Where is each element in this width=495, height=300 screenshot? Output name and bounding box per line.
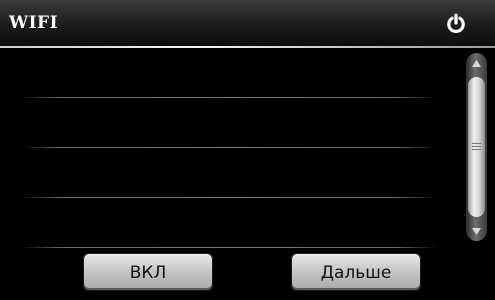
list-item[interactable] xyxy=(20,198,438,248)
wifi-on-button[interactable]: ВКЛ xyxy=(83,253,213,291)
grip-line xyxy=(472,143,481,144)
list-item[interactable] xyxy=(20,98,438,148)
scrollbar[interactable] xyxy=(466,53,487,241)
grip-line xyxy=(472,149,481,150)
scroll-down-button[interactable] xyxy=(471,227,482,235)
list-item[interactable] xyxy=(20,48,438,98)
power-icon xyxy=(447,13,465,34)
scroll-up-button[interactable] xyxy=(471,59,482,67)
grip-line xyxy=(472,146,481,147)
next-button[interactable]: Дальше xyxy=(291,253,421,291)
network-list xyxy=(20,48,438,248)
header-bar: WIFI xyxy=(0,0,495,46)
triangle-up-icon xyxy=(472,59,481,67)
list-item[interactable] xyxy=(20,148,438,198)
row-divider xyxy=(20,247,438,248)
wifi-screen: WIFI ВКЛ Дальше xyxy=(0,0,495,300)
triangle-down-icon xyxy=(472,227,481,235)
scroll-thumb[interactable] xyxy=(468,77,485,217)
page-title: WIFI xyxy=(9,13,59,33)
power-button[interactable] xyxy=(441,9,471,39)
